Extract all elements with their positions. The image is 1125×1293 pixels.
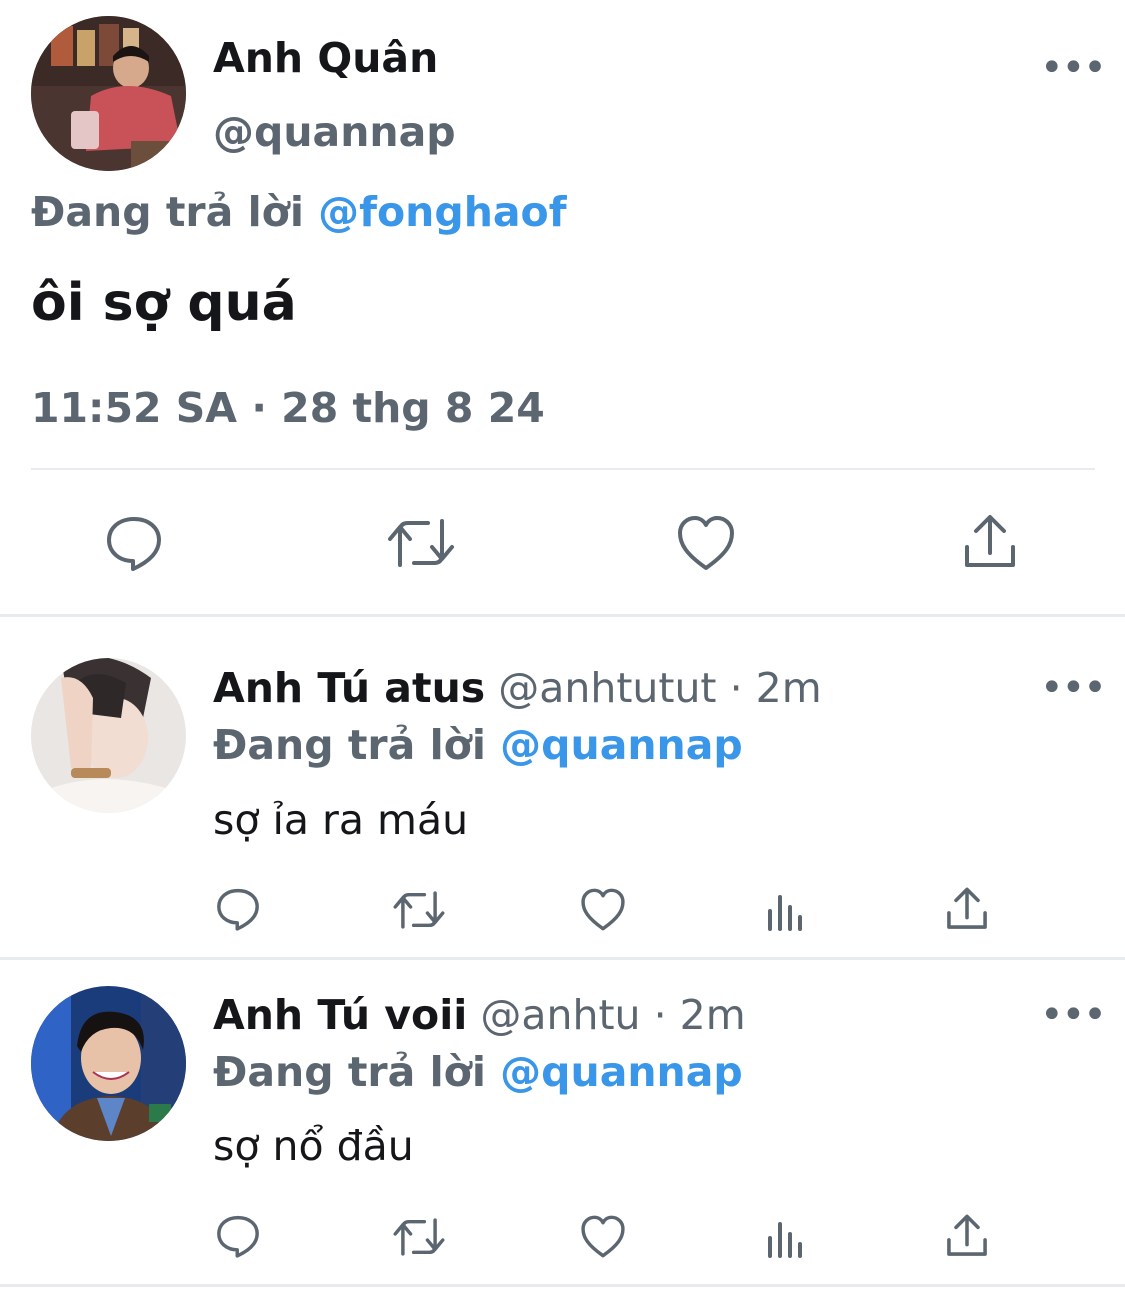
more-options-button[interactable]: ••• (1040, 992, 1107, 1038)
avatar[interactable] (31, 986, 186, 1141)
retweet-button[interactable] (392, 1214, 446, 1260)
more-options-button[interactable]: ••• (1040, 665, 1107, 711)
reply-text: sợ nổ đầu (213, 1122, 414, 1170)
replying-to-line: Đang trả lời @quannap (213, 719, 743, 771)
tweet-text: ôi sợ quá (31, 273, 297, 333)
retweet-icon (393, 891, 445, 929)
more-icon: ••• (1040, 992, 1107, 1038)
heart-icon (678, 516, 734, 570)
replying-to-link[interactable]: @quannap (500, 721, 743, 769)
more-options-button[interactable]: ••• (1040, 45, 1107, 91)
avatar[interactable] (31, 658, 186, 813)
retweet-button[interactable] (386, 513, 456, 573)
section-divider (0, 1284, 1125, 1287)
reply-time[interactable]: · 2m (730, 664, 822, 712)
analytics-icon (768, 895, 802, 931)
retweet-icon (388, 519, 454, 567)
replying-to-line: Đang trả lời @fonghaof (31, 186, 567, 238)
replying-to-link[interactable]: @quannap (500, 1048, 743, 1096)
reply-button[interactable] (104, 513, 164, 573)
retweet-button[interactable] (392, 887, 446, 933)
more-icon: ••• (1040, 45, 1107, 91)
reply-button[interactable] (215, 886, 261, 932)
reply-header: Anh Tú voii @anhtu · 2m (213, 989, 746, 1041)
replying-prefix: Đang trả lời (31, 188, 304, 236)
replying-prefix: Đang trả lời (213, 1048, 486, 1096)
reply-icon (217, 888, 259, 931)
replying-to-link[interactable]: @fonghaof (318, 188, 566, 236)
retweet-icon (393, 1218, 445, 1256)
share-button[interactable] (962, 513, 1018, 571)
reply-text: sợ ỉa ra máu (213, 796, 469, 844)
avatar[interactable] (31, 16, 186, 171)
heart-icon (581, 1215, 625, 1258)
reply-time[interactable]: · 2m (654, 991, 746, 1039)
reply-icon (107, 517, 161, 571)
reply-icon (217, 1215, 259, 1258)
tweet-timestamp[interactable]: 11:52 SA · 28 thg 8 24 (31, 382, 545, 434)
author-handle[interactable]: @quannap (213, 106, 456, 158)
views-button[interactable] (766, 1216, 806, 1258)
like-button[interactable] (580, 1214, 626, 1259)
replying-to-line: Đang trả lời @quannap (213, 1046, 743, 1098)
analytics-icon (768, 1222, 802, 1258)
like-button[interactable] (580, 887, 626, 932)
author-handle[interactable]: @anhtu (480, 991, 640, 1039)
replying-prefix: Đang trả lời (213, 721, 486, 769)
like-button[interactable] (676, 514, 736, 572)
author-name[interactable]: Anh Tú atus (213, 664, 485, 712)
section-divider (0, 614, 1125, 617)
author-name[interactable]: Anh Tú voii (213, 991, 467, 1039)
reply-button[interactable] (215, 1213, 261, 1259)
heart-icon (581, 888, 625, 931)
divider (31, 468, 1095, 470)
share-icon (947, 887, 987, 929)
share-icon (947, 1214, 987, 1256)
views-button[interactable] (766, 889, 806, 931)
share-icon (965, 515, 1015, 567)
share-button[interactable] (945, 1213, 989, 1259)
reply-header: Anh Tú atus @anhtutut · 2m (213, 662, 822, 714)
author-handle[interactable]: @anhtutut (498, 664, 716, 712)
author-name[interactable]: Anh Quân (213, 32, 438, 84)
more-icon: ••• (1040, 665, 1107, 711)
share-button[interactable] (945, 886, 989, 932)
section-divider (0, 957, 1125, 960)
